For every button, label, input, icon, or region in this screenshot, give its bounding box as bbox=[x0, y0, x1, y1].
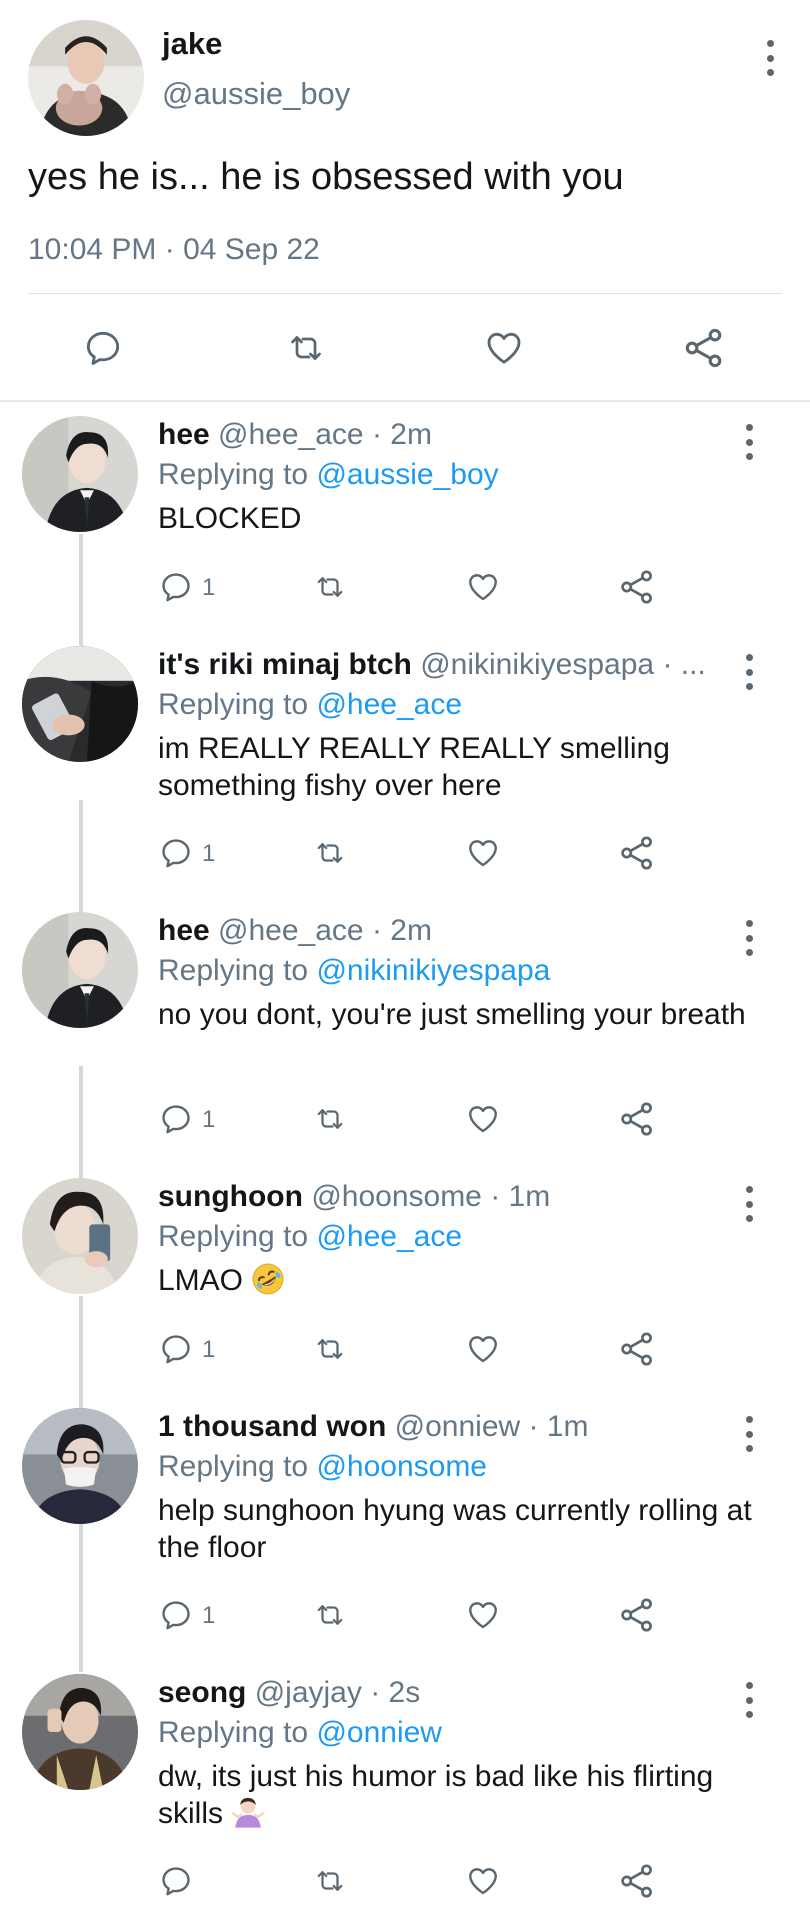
share-icon[interactable] bbox=[618, 568, 656, 606]
share-icon[interactable] bbox=[618, 834, 656, 872]
rolling-on-floor-laughing-emoji bbox=[251, 1262, 285, 1296]
retweet-icon[interactable] bbox=[310, 838, 350, 868]
author-name[interactable]: it's riki minaj btch bbox=[158, 648, 412, 681]
replying-label: Replying to bbox=[158, 1716, 317, 1749]
share-icon[interactable] bbox=[682, 326, 726, 370]
reply-icon[interactable] bbox=[158, 1102, 194, 1136]
author-handle[interactable]: @nikinikiyespapa · ... bbox=[420, 648, 706, 681]
avatar[interactable] bbox=[22, 1408, 138, 1524]
section-divider bbox=[0, 400, 810, 402]
reply-tweet[interactable]: hee @hee_ace · 2m Replying to @aussie_bo… bbox=[0, 416, 810, 682]
like-icon[interactable] bbox=[482, 328, 526, 368]
like-icon[interactable] bbox=[464, 1332, 502, 1366]
author-name[interactable]: hee bbox=[158, 914, 210, 947]
person-shrugging-emoji bbox=[231, 1795, 265, 1829]
author-name[interactable]: hee bbox=[158, 418, 210, 451]
replying-to: Replying to @hee_ace bbox=[158, 1220, 462, 1254]
avatar[interactable] bbox=[22, 416, 138, 532]
avatar[interactable] bbox=[22, 912, 138, 1028]
more-options-icon[interactable] bbox=[742, 1416, 756, 1452]
mention-link[interactable]: @hee_ace bbox=[316, 688, 462, 721]
reply-tweet[interactable]: seong @jayjay · 2s Replying to @onniew d… bbox=[0, 1674, 810, 1920]
mention-link[interactable]: @aussie_boy bbox=[316, 458, 498, 491]
avatar[interactable] bbox=[22, 646, 138, 762]
more-options-icon[interactable] bbox=[742, 920, 756, 956]
like-icon[interactable] bbox=[464, 570, 502, 604]
avatar[interactable] bbox=[22, 1178, 138, 1294]
like-icon[interactable] bbox=[464, 1102, 502, 1136]
reply-icon[interactable] bbox=[158, 1864, 194, 1898]
replying-to: Replying to @aussie_boy bbox=[158, 458, 499, 492]
divider bbox=[28, 293, 782, 294]
author-name[interactable]: seong bbox=[158, 1676, 246, 1709]
author-handle[interactable]: @hoonsome · 1m bbox=[311, 1180, 550, 1213]
more-options-icon[interactable] bbox=[742, 654, 756, 690]
share-icon[interactable] bbox=[618, 1330, 656, 1368]
reply-icon[interactable] bbox=[158, 570, 194, 604]
tweet-text: BLOCKED bbox=[158, 502, 302, 535]
author-handle[interactable]: @aussie_boy bbox=[162, 76, 350, 112]
share-icon[interactable] bbox=[618, 1596, 656, 1634]
author-name[interactable]: 1 thousand won bbox=[158, 1410, 386, 1443]
author-handle[interactable]: @jayjay · 2s bbox=[255, 1676, 421, 1709]
tweet-text: LMAO bbox=[158, 1264, 244, 1297]
mention-link[interactable]: @hoonsome bbox=[316, 1450, 487, 1483]
tweet-timestamp[interactable]: 10:04 PM · 04 Sep 22 bbox=[28, 233, 320, 267]
tweet-text: no you dont, you're just smelling your b… bbox=[158, 998, 746, 1031]
more-options-icon[interactable] bbox=[742, 424, 756, 460]
replying-label: Replying to bbox=[158, 458, 317, 491]
tweet-text: yes he is... he is obsessed with you bbox=[28, 156, 624, 198]
reply-count: 1 bbox=[202, 574, 216, 601]
more-options-icon[interactable] bbox=[763, 40, 777, 76]
retweet-icon[interactable] bbox=[310, 1104, 350, 1134]
reply-count: 1 bbox=[202, 840, 216, 867]
replying-label: Replying to bbox=[158, 688, 317, 721]
reply-icon[interactable] bbox=[82, 328, 124, 368]
reply-icon[interactable] bbox=[158, 1598, 194, 1632]
mention-link[interactable]: @nikinikiyespapa bbox=[316, 954, 550, 987]
author-name[interactable]: sunghoon bbox=[158, 1180, 303, 1213]
replying-to: Replying to @hee_ace bbox=[158, 688, 462, 722]
replying-to: Replying to @nikinikiyespapa bbox=[158, 954, 550, 988]
retweet-icon[interactable] bbox=[310, 1866, 350, 1896]
retweet-icon[interactable] bbox=[282, 330, 330, 366]
reply-count: 1 bbox=[202, 1336, 216, 1363]
author-handle[interactable]: @hee_ace · 2m bbox=[218, 914, 432, 947]
like-icon[interactable] bbox=[464, 1864, 502, 1898]
mention-link[interactable]: @onniew bbox=[316, 1716, 442, 1749]
share-icon[interactable] bbox=[618, 1862, 656, 1900]
reply-tweet[interactable]: sunghoon @hoonsome · 1m Replying to @hee… bbox=[0, 1178, 810, 1444]
reply-tweet[interactable]: hee @hee_ace · 2m Replying to @nikinikiy… bbox=[0, 912, 810, 1178]
author-handle[interactable]: @onniew · 1m bbox=[395, 1410, 589, 1443]
retweet-icon[interactable] bbox=[310, 572, 350, 602]
share-icon[interactable] bbox=[618, 1100, 656, 1138]
replying-to: Replying to @hoonsome bbox=[158, 1450, 487, 1484]
reply-icon[interactable] bbox=[158, 1332, 194, 1366]
reply-count: 1 bbox=[202, 1602, 216, 1629]
reply-icon[interactable] bbox=[158, 836, 194, 870]
replying-to: Replying to @onniew bbox=[158, 1716, 442, 1750]
retweet-icon[interactable] bbox=[310, 1600, 350, 1630]
avatar[interactable] bbox=[22, 1674, 138, 1790]
tweet-text: help sunghoon hyung was currently rollin… bbox=[158, 1494, 752, 1564]
replying-label: Replying to bbox=[158, 1220, 317, 1253]
reply-tweet[interactable]: 1 thousand won @onniew · 1m Replying to … bbox=[0, 1408, 810, 1674]
replying-label: Replying to bbox=[158, 1450, 317, 1483]
like-icon[interactable] bbox=[464, 836, 502, 870]
more-options-icon[interactable] bbox=[742, 1186, 756, 1222]
replying-label: Replying to bbox=[158, 954, 317, 987]
avatar[interactable] bbox=[28, 20, 144, 136]
like-icon[interactable] bbox=[464, 1598, 502, 1632]
author-handle[interactable]: @hee_ace · 2m bbox=[218, 418, 432, 451]
reply-count: 1 bbox=[202, 1106, 216, 1133]
author-name[interactable]: jake bbox=[162, 26, 222, 62]
tweet-text: im REALLY REALLY REALLY smelling somethi… bbox=[158, 732, 670, 802]
retweet-icon[interactable] bbox=[310, 1334, 350, 1364]
mention-link[interactable]: @hee_ace bbox=[316, 1220, 462, 1253]
more-options-icon[interactable] bbox=[742, 1682, 756, 1718]
reply-tweet[interactable]: it's riki minaj btch @nikinikiyespapa · … bbox=[0, 646, 810, 912]
